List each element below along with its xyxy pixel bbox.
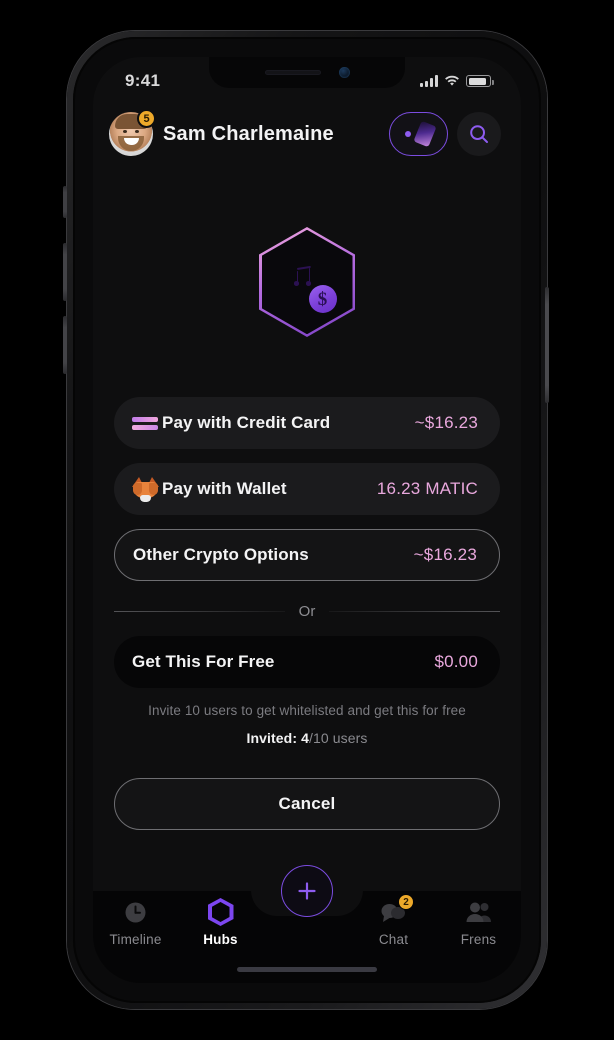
front-camera-icon xyxy=(338,67,350,78)
pay-with-credit-card-label: Pay with Credit Card xyxy=(162,413,331,432)
page-title: Sam Charlemaine xyxy=(163,122,334,145)
or-divider: Or xyxy=(114,603,501,620)
clock-icon xyxy=(123,899,148,925)
metamask-fox-icon xyxy=(132,476,162,502)
nft-dot-icon xyxy=(404,131,411,137)
phone-volume-up-button[interactable] xyxy=(63,243,67,301)
hexagon-ticket-badge-icon: $ xyxy=(259,227,355,337)
divider-line-left xyxy=(114,611,285,612)
search-icon xyxy=(470,125,488,143)
main-content: Pay with Credit Card ~$16.23 Pay with Wa… xyxy=(93,397,521,830)
pay-with-wallet-row[interactable]: Pay with Wallet 16.23 MATIC xyxy=(114,463,500,515)
avatar[interactable]: 5 xyxy=(109,109,156,156)
bottom-nav-bar: Timeline Hubs 2 Chat Frens xyxy=(93,865,521,983)
cancel-button[interactable]: Cancel xyxy=(114,778,500,830)
invite-instructions: Invite 10 users to get whitelisted and g… xyxy=(148,703,466,718)
invited-total: /10 users xyxy=(308,730,368,746)
nav-label-frens: Frens xyxy=(460,932,497,947)
pay-with-credit-card-price: ~$16.23 xyxy=(414,413,478,432)
nav-label-hubs: Hubs xyxy=(203,932,238,947)
phone-volume-down-button[interactable] xyxy=(63,316,67,374)
get-this-for-free-row[interactable]: Get This For Free $0.00 xyxy=(114,636,500,688)
earpiece-speaker-icon xyxy=(264,70,321,75)
ticket-icon: $ xyxy=(287,254,337,313)
hero-badge-area: $ xyxy=(93,167,521,397)
header-actions xyxy=(389,112,501,156)
other-crypto-options-row[interactable]: Other Crypto Options ~$16.23 xyxy=(114,529,500,581)
pay-with-wallet-price: 16.23 MATIC xyxy=(376,479,478,498)
phone-notch xyxy=(209,57,405,88)
other-crypto-options-price: ~$16.23 xyxy=(413,545,477,564)
dollar-coin-icon: $ xyxy=(308,285,337,313)
nav-label-chat: Chat xyxy=(378,932,409,947)
get-this-for-free-label: Get This For Free xyxy=(132,652,275,671)
nav-label-timeline: Timeline xyxy=(109,932,162,947)
cellular-signal-icon xyxy=(420,75,438,87)
nav-item-hubs[interactable]: Hubs xyxy=(178,898,263,947)
app-header: 5 Sam Charlemaine xyxy=(93,101,521,167)
phone-mute-switch[interactable] xyxy=(63,186,67,218)
divider-line-right xyxy=(329,611,501,612)
nav-item-chat[interactable]: 2 Chat xyxy=(351,894,436,947)
plus-icon xyxy=(298,882,316,900)
chat-unread-badge: 2 xyxy=(398,894,414,910)
nft-card-icon xyxy=(412,120,437,148)
create-button[interactable] xyxy=(281,865,333,917)
phone-screen: 9:41 5 Sam Charlemaine $ Pay with Credit… xyxy=(93,57,521,983)
avatar-notification-badge: 5 xyxy=(137,109,156,128)
nft-card-button[interactable] xyxy=(389,112,448,156)
screenshot-stage: 9:41 5 Sam Charlemaine $ Pay with Credit… xyxy=(0,0,614,1040)
invited-progress: Invited: 4/10 users xyxy=(114,730,500,746)
pay-with-wallet-label: Pay with Wallet xyxy=(162,479,287,498)
invited-count: Invited: 4 xyxy=(246,730,309,746)
other-crypto-options-label: Other Crypto Options xyxy=(133,545,309,564)
search-button[interactable] xyxy=(457,112,501,156)
credit-card-icon xyxy=(132,416,162,430)
battery-icon xyxy=(466,75,494,87)
hexagon-badge-inner: $ xyxy=(261,229,353,335)
status-bar-icons xyxy=(420,75,494,87)
chat-bubble-icon: 2 xyxy=(380,894,414,925)
status-bar-time: 9:41 xyxy=(125,70,161,90)
wifi-icon xyxy=(445,75,459,86)
hexagon-icon xyxy=(207,898,234,926)
pay-with-credit-card-row[interactable]: Pay with Credit Card ~$16.23 xyxy=(114,397,500,449)
get-this-for-free-price: $0.00 xyxy=(434,652,478,671)
or-divider-label: Or xyxy=(298,603,316,620)
home-indicator[interactable] xyxy=(237,967,377,972)
phone-power-button[interactable] xyxy=(545,287,549,403)
nav-item-frens[interactable]: Frens xyxy=(436,899,521,947)
people-icon xyxy=(465,899,493,925)
nav-item-timeline[interactable]: Timeline xyxy=(93,899,178,947)
